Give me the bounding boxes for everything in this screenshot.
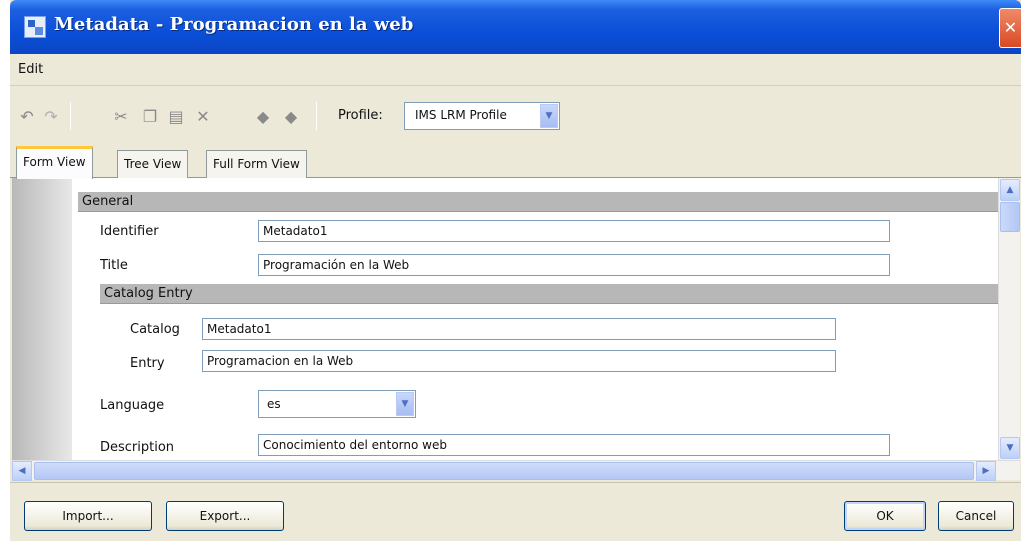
move-up-icon[interactable]: ◆ <box>254 108 272 126</box>
description-label: Description <box>100 440 175 455</box>
form-panel: General Identifier Metadato1 Title Progr… <box>12 178 998 460</box>
vertical-scroll-thumb[interactable] <box>1000 202 1020 232</box>
scroll-left-icon[interactable]: ◀ <box>12 461 32 481</box>
paste-icon[interactable]: ▤ <box>166 108 186 126</box>
chevron-down-icon[interactable]: ▼ <box>540 104 558 128</box>
tab-tree-view[interactable]: Tree View <box>117 150 189 178</box>
group-header-catalog-entry: Catalog Entry <box>100 284 998 304</box>
window-title: Metadata - Programacion en la web <box>54 14 414 35</box>
scroll-right-icon[interactable]: ▶ <box>976 461 996 481</box>
language-value: es <box>267 397 281 411</box>
copy-icon[interactable]: ❐ <box>140 108 160 126</box>
title-field[interactable]: Programación en la Web <box>258 254 890 276</box>
catalog-field[interactable]: Metadato1 <box>202 318 836 340</box>
dialog-footer: Import... Export... OK Cancel <box>10 482 1021 541</box>
app-icon <box>24 16 46 38</box>
metadata-dialog: Metadata - Programacion en la web ✕ Edit… <box>10 0 1021 541</box>
move-down-icon[interactable]: ◆ <box>282 108 300 126</box>
entry-field[interactable]: Programacion en la Web <box>202 350 836 372</box>
tab-form-view[interactable]: Form View <box>16 146 93 179</box>
catalog-label: Catalog <box>130 322 180 337</box>
toolbar-separator <box>316 102 317 130</box>
profile-label: Profile: <box>338 108 383 123</box>
import-button[interactable]: Import... <box>24 501 152 531</box>
undo-icon[interactable]: ↶ <box>18 108 36 126</box>
cancel-button[interactable]: Cancel <box>938 501 1014 531</box>
toolbar-separator <box>70 102 71 130</box>
delete-icon[interactable]: ✕ <box>194 108 212 126</box>
group-header-general: General <box>78 192 998 212</box>
menu-bar: Edit <box>10 54 1021 86</box>
description-field[interactable]: Conocimiento del entorno web <box>258 434 890 456</box>
language-select[interactable]: es ▼ <box>258 390 416 418</box>
identifier-label: Identifier <box>100 224 159 239</box>
scroll-down-icon[interactable]: ▼ <box>1000 437 1020 459</box>
menu-edit[interactable]: Edit <box>18 62 43 77</box>
scroll-up-icon[interactable]: ▲ <box>1000 179 1020 201</box>
title-bar[interactable]: Metadata - Programacion en la web ✕ <box>10 0 1021 54</box>
toolbar: ↶ ↷ ✂ ❐ ▤ ✕ ◆ ◆ Profile: IMS LRM Profile… <box>10 88 1021 144</box>
chevron-down-icon[interactable]: ▼ <box>396 392 414 416</box>
export-button[interactable]: Export... <box>166 501 284 531</box>
vertical-scrollbar[interactable]: ▲ ▼ <box>998 178 1020 460</box>
view-tabs: Form View Tree View Full Form View <box>10 144 1021 179</box>
title-label: Title <box>100 258 128 273</box>
cut-icon[interactable]: ✂ <box>112 108 130 126</box>
identifier-field[interactable]: Metadato1 <box>258 220 890 242</box>
tab-full-form-view[interactable]: Full Form View <box>206 150 307 178</box>
horizontal-scroll-thumb[interactable] <box>34 462 974 480</box>
horizontal-scrollbar[interactable]: ◀ ▶ <box>12 460 1020 481</box>
entry-label: Entry <box>130 356 165 371</box>
redo-icon[interactable]: ↷ <box>42 108 60 126</box>
close-button[interactable]: ✕ <box>999 8 1021 48</box>
ok-button[interactable]: OK <box>844 501 926 531</box>
profile-value: IMS LRM Profile <box>415 108 507 122</box>
form-margin-shade <box>12 178 72 460</box>
language-label: Language <box>100 398 165 413</box>
profile-select[interactable]: IMS LRM Profile ▼ <box>404 102 560 130</box>
